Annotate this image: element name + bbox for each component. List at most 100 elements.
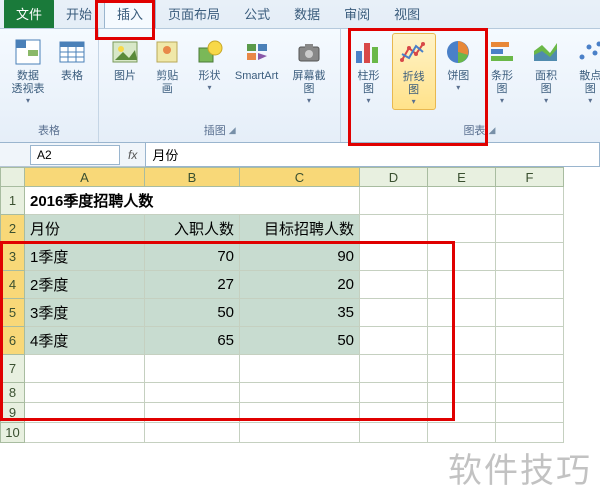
cell[interactable]: 20 (240, 271, 360, 299)
tab-insert[interactable]: 插入 (104, 0, 156, 28)
tab-review[interactable]: 审阅 (332, 0, 382, 28)
cell[interactable]: 月份 (25, 215, 145, 243)
col-header[interactable]: E (428, 167, 496, 187)
picture-button[interactable]: 图片 (105, 33, 145, 86)
cell[interactable]: 50 (145, 299, 240, 327)
cell[interactable] (145, 355, 240, 383)
scatter-chart-button[interactable]: 散点图 ▾ (569, 33, 600, 108)
fx-icon[interactable]: fx (120, 148, 145, 162)
col-header[interactable]: F (496, 167, 564, 187)
name-box[interactable]: A2 (30, 145, 120, 165)
cell[interactable]: 70 (145, 243, 240, 271)
cell[interactable] (145, 403, 240, 423)
cell[interactable] (428, 355, 496, 383)
cell[interactable] (240, 423, 360, 443)
tab-file[interactable]: 文件 (4, 0, 54, 28)
row-header[interactable]: 6 (0, 327, 25, 355)
col-header[interactable]: D (360, 167, 428, 187)
cell[interactable] (496, 403, 564, 423)
pivot-table-button[interactable]: 数据 透视表 ▾ (6, 33, 50, 108)
cell[interactable] (25, 403, 145, 423)
row-header[interactable]: 10 (0, 423, 25, 443)
cell[interactable] (428, 187, 496, 215)
shapes-button[interactable]: 形状 ▾ (190, 33, 230, 95)
cell[interactable] (240, 383, 360, 403)
cell[interactable] (360, 271, 428, 299)
cell[interactable] (360, 403, 428, 423)
cell[interactable] (496, 187, 564, 215)
cell[interactable] (496, 299, 564, 327)
pie-chart-button[interactable]: 饼图 ▾ (438, 33, 479, 95)
row-header[interactable]: 8 (0, 383, 25, 403)
cell[interactable] (360, 423, 428, 443)
row-header[interactable]: 9 (0, 403, 25, 423)
column-chart-button[interactable]: 柱形图 ▾ (347, 33, 389, 108)
col-header[interactable]: A (25, 167, 145, 187)
cell[interactable]: 90 (240, 243, 360, 271)
cell[interactable] (496, 383, 564, 403)
tab-formulas[interactable]: 公式 (232, 0, 282, 28)
cell[interactable] (145, 383, 240, 403)
cell[interactable]: 2季度 (25, 271, 145, 299)
cell[interactable] (428, 271, 496, 299)
cell[interactable] (496, 423, 564, 443)
bar-chart-button[interactable]: 条形图 ▾ (481, 33, 523, 108)
cell[interactable] (240, 403, 360, 423)
row-header[interactable]: 5 (0, 299, 25, 327)
row-header[interactable]: 1 (0, 187, 25, 215)
tab-page-layout[interactable]: 页面布局 (156, 0, 232, 28)
area-chart-button[interactable]: 面积图 ▾ (525, 33, 567, 108)
row-header[interactable]: 7 (0, 355, 25, 383)
cell[interactable] (496, 355, 564, 383)
cell[interactable]: 50 (240, 327, 360, 355)
cell[interactable] (428, 383, 496, 403)
cell[interactable] (25, 383, 145, 403)
select-all-corner[interactable] (0, 167, 25, 187)
cell[interactable] (25, 355, 145, 383)
cell[interactable] (428, 327, 496, 355)
line-chart-button[interactable]: 折线图 ▾ (392, 33, 436, 110)
cell[interactable]: 3季度 (25, 299, 145, 327)
cell[interactable] (496, 271, 564, 299)
cell[interactable]: 2016季度招聘人数 (25, 187, 360, 215)
cell[interactable] (428, 299, 496, 327)
cell[interactable]: 35 (240, 299, 360, 327)
dialog-launcher-icon[interactable]: ◢ (488, 125, 495, 136)
cell[interactable] (145, 423, 240, 443)
cell[interactable] (360, 215, 428, 243)
screenshot-button[interactable]: 屏幕截图 ▾ (284, 33, 335, 108)
cell[interactable] (25, 423, 145, 443)
dialog-launcher-icon[interactable]: ◢ (229, 125, 236, 136)
cell[interactable] (360, 187, 428, 215)
cell[interactable] (428, 243, 496, 271)
cell[interactable] (360, 299, 428, 327)
cell[interactable] (360, 383, 428, 403)
row-header[interactable]: 2 (0, 215, 25, 243)
tab-view[interactable]: 视图 (382, 0, 432, 28)
cell[interactable]: 27 (145, 271, 240, 299)
tab-home[interactable]: 开始 (54, 0, 104, 28)
formula-input[interactable]: 月份 (145, 142, 600, 167)
cell[interactable] (360, 243, 428, 271)
cell[interactable] (240, 355, 360, 383)
cell[interactable]: 入职人数 (145, 215, 240, 243)
smartart-button[interactable]: SmartArt (232, 33, 282, 86)
cell[interactable] (428, 423, 496, 443)
tab-data[interactable]: 数据 (282, 0, 332, 28)
row-header[interactable]: 4 (0, 271, 25, 299)
col-header[interactable]: B (145, 167, 240, 187)
cell[interactable] (360, 327, 428, 355)
clipart-button[interactable]: 剪贴画 (147, 33, 188, 99)
cell[interactable]: 65 (145, 327, 240, 355)
cell[interactable] (496, 215, 564, 243)
cell[interactable] (496, 243, 564, 271)
cell[interactable] (428, 215, 496, 243)
cell[interactable] (496, 327, 564, 355)
cell[interactable]: 目标招聘人数 (240, 215, 360, 243)
cell[interactable]: 1季度 (25, 243, 145, 271)
cell[interactable] (360, 355, 428, 383)
cell[interactable]: 4季度 (25, 327, 145, 355)
col-header[interactable]: C (240, 167, 360, 187)
table-button[interactable]: 表格 (52, 33, 92, 86)
row-header[interactable]: 3 (0, 243, 25, 271)
